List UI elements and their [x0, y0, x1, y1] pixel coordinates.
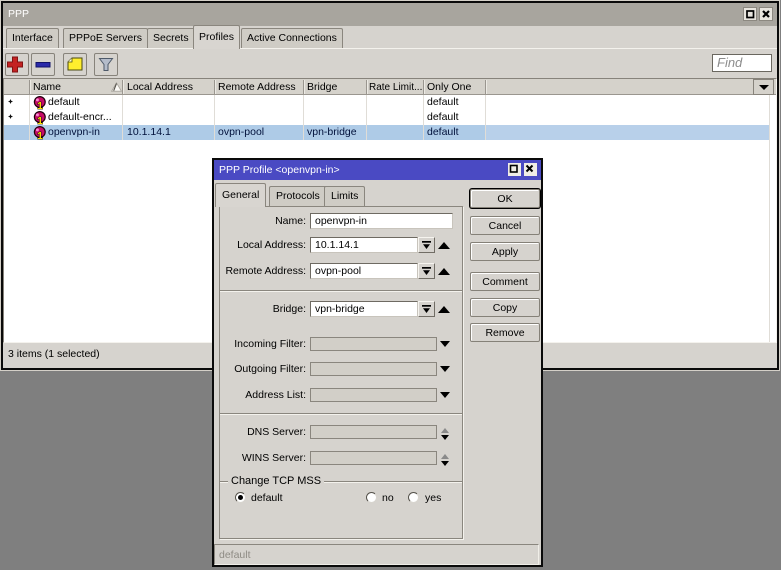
svg-text:1: 1 [37, 131, 43, 140]
svg-text:1: 1 [37, 101, 43, 110]
svg-text:1: 1 [37, 116, 43, 125]
